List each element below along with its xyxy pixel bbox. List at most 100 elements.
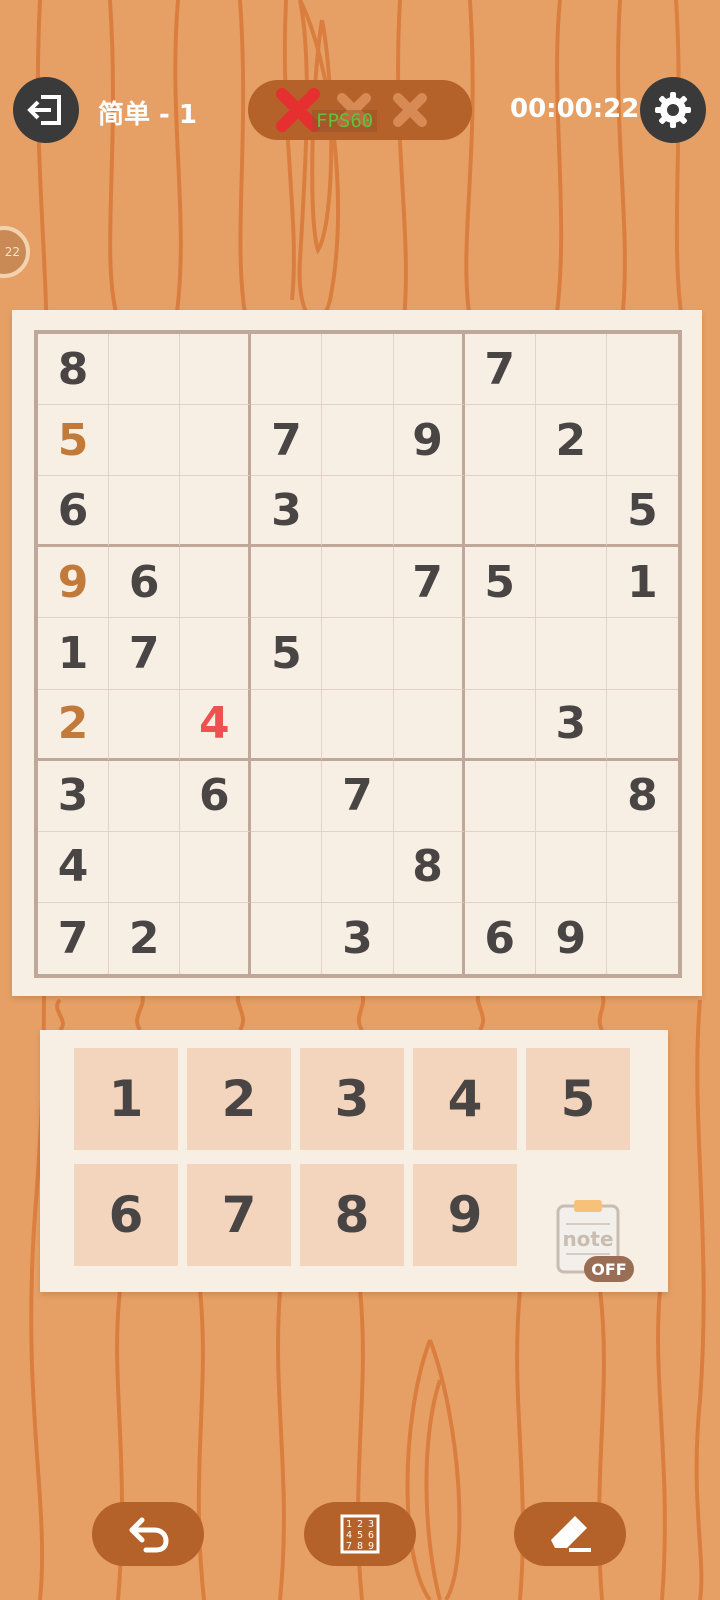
board-cell[interactable]: 5 bbox=[606, 476, 678, 548]
number-key-3[interactable]: 3 bbox=[300, 1048, 404, 1150]
number-key-4[interactable]: 4 bbox=[413, 1048, 517, 1150]
number-key-2[interactable]: 2 bbox=[187, 1048, 291, 1150]
board-cell[interactable] bbox=[251, 547, 323, 619]
board-cell[interactable] bbox=[535, 476, 607, 548]
board-cell[interactable] bbox=[393, 476, 465, 548]
board-cell[interactable] bbox=[464, 405, 536, 477]
board-cell[interactable] bbox=[606, 334, 678, 406]
erase-button[interactable] bbox=[514, 1502, 626, 1566]
board-cell[interactable] bbox=[606, 690, 678, 761]
board-cell[interactable] bbox=[393, 760, 465, 832]
board-cell[interactable]: 4 bbox=[38, 831, 110, 903]
board-cell[interactable]: 7 bbox=[393, 547, 465, 619]
board-cell[interactable]: 3 bbox=[535, 689, 607, 761]
board-cell[interactable] bbox=[251, 689, 323, 761]
number-key-1[interactable]: 1 bbox=[74, 1048, 178, 1150]
board-cell[interactable]: 6 bbox=[109, 547, 181, 619]
board-cell[interactable]: 3 bbox=[251, 476, 323, 548]
board-cell[interactable]: 2 bbox=[109, 902, 181, 974]
exit-button[interactable] bbox=[13, 77, 79, 143]
board-cell[interactable] bbox=[535, 618, 607, 690]
board-cell[interactable] bbox=[606, 832, 678, 903]
board-cell[interactable]: 1 bbox=[606, 547, 678, 619]
board-cell[interactable] bbox=[109, 476, 181, 548]
board-cell[interactable]: 5 bbox=[38, 405, 110, 477]
board-cell[interactable]: 6 bbox=[38, 476, 110, 548]
board-cell[interactable] bbox=[535, 547, 607, 619]
board-cell[interactable] bbox=[322, 547, 394, 619]
board-cell[interactable] bbox=[322, 476, 394, 548]
board-cell[interactable] bbox=[180, 618, 252, 690]
number-key-5[interactable]: 5 bbox=[526, 1048, 630, 1150]
board-cell[interactable] bbox=[464, 618, 536, 690]
sudoku-board[interactable]: 8757926359675117524336784872369 bbox=[34, 330, 682, 978]
board-cell[interactable] bbox=[535, 760, 607, 832]
board-cell[interactable] bbox=[322, 405, 394, 477]
board-cell[interactable] bbox=[394, 902, 465, 974]
board-cell[interactable] bbox=[180, 831, 252, 903]
board-cell[interactable] bbox=[535, 334, 607, 406]
number-key-8[interactable]: 8 bbox=[300, 1164, 404, 1266]
board-cell[interactable] bbox=[393, 334, 465, 406]
number-grid-icon: 1 2 3 4 5 6 7 8 9 bbox=[340, 1514, 380, 1554]
eraser-icon bbox=[551, 1516, 591, 1552]
board-cell[interactable] bbox=[322, 618, 394, 690]
board-cell[interactable] bbox=[606, 618, 678, 690]
undo-button[interactable] bbox=[92, 1502, 204, 1566]
board-cell[interactable]: 7 bbox=[322, 760, 394, 832]
number-key-7[interactable]: 7 bbox=[187, 1164, 291, 1266]
board-cell[interactable] bbox=[251, 902, 323, 974]
number-key-9[interactable]: 9 bbox=[413, 1164, 517, 1266]
board-cell[interactable]: 6 bbox=[465, 902, 536, 974]
settings-button[interactable] bbox=[640, 77, 706, 143]
board-cell[interactable]: 9 bbox=[536, 902, 607, 974]
candidates-button[interactable]: 123 456 789 bbox=[304, 1502, 416, 1566]
board-cell[interactable] bbox=[322, 831, 394, 903]
board-cell[interactable]: 2 bbox=[38, 689, 110, 761]
board-cell[interactable] bbox=[535, 831, 607, 903]
exit-icon bbox=[27, 95, 61, 125]
board-cell[interactable] bbox=[109, 334, 181, 406]
board-cell[interactable] bbox=[180, 547, 252, 619]
board-cell[interactable] bbox=[464, 760, 536, 832]
board-cell[interactable] bbox=[109, 760, 181, 832]
board-cell[interactable]: 5 bbox=[251, 618, 323, 690]
board-cell[interactable] bbox=[464, 689, 536, 761]
board-cell[interactable] bbox=[180, 334, 252, 406]
board-cell[interactable]: 4 bbox=[180, 689, 252, 761]
board-cell[interactable] bbox=[606, 405, 678, 477]
board-cell[interactable]: 3 bbox=[322, 902, 394, 974]
board-cell[interactable]: 1 bbox=[38, 618, 110, 690]
board-cell[interactable]: 2 bbox=[535, 405, 607, 477]
board-cell[interactable] bbox=[251, 831, 323, 903]
board-cell[interactable]: 6 bbox=[180, 760, 252, 832]
board-cell[interactable] bbox=[393, 689, 465, 761]
board-cell[interactable] bbox=[393, 618, 465, 690]
board-cell[interactable]: 7 bbox=[251, 405, 323, 477]
board-cell[interactable]: 8 bbox=[38, 334, 110, 406]
board-cell[interactable]: 7 bbox=[109, 618, 181, 690]
board-cell[interactable]: 3 bbox=[38, 760, 110, 832]
board-cell[interactable] bbox=[109, 689, 181, 761]
board-cell[interactable]: 7 bbox=[464, 334, 536, 406]
board-cell[interactable] bbox=[464, 831, 536, 903]
board-cell[interactable]: 9 bbox=[393, 405, 465, 477]
board-cell[interactable] bbox=[607, 903, 678, 974]
board-cell[interactable] bbox=[109, 405, 181, 477]
board-cell[interactable] bbox=[464, 476, 536, 548]
board-cell[interactable]: 8 bbox=[393, 831, 465, 903]
board-cell[interactable]: 5 bbox=[464, 547, 536, 619]
board-cell[interactable] bbox=[180, 902, 252, 974]
board-cell[interactable]: 8 bbox=[606, 761, 678, 832]
board-cell[interactable] bbox=[322, 689, 394, 761]
number-key-6[interactable]: 6 bbox=[74, 1164, 178, 1266]
grid-digit: 1 bbox=[346, 1519, 352, 1530]
board-cell[interactable] bbox=[251, 334, 323, 406]
board-cell[interactable] bbox=[322, 334, 394, 406]
board-cell[interactable]: 9 bbox=[38, 547, 110, 619]
board-cell[interactable]: 7 bbox=[38, 902, 110, 974]
board-cell[interactable] bbox=[109, 831, 181, 903]
board-cell[interactable] bbox=[180, 476, 252, 548]
board-cell[interactable] bbox=[180, 405, 252, 477]
board-cell[interactable] bbox=[251, 760, 323, 832]
